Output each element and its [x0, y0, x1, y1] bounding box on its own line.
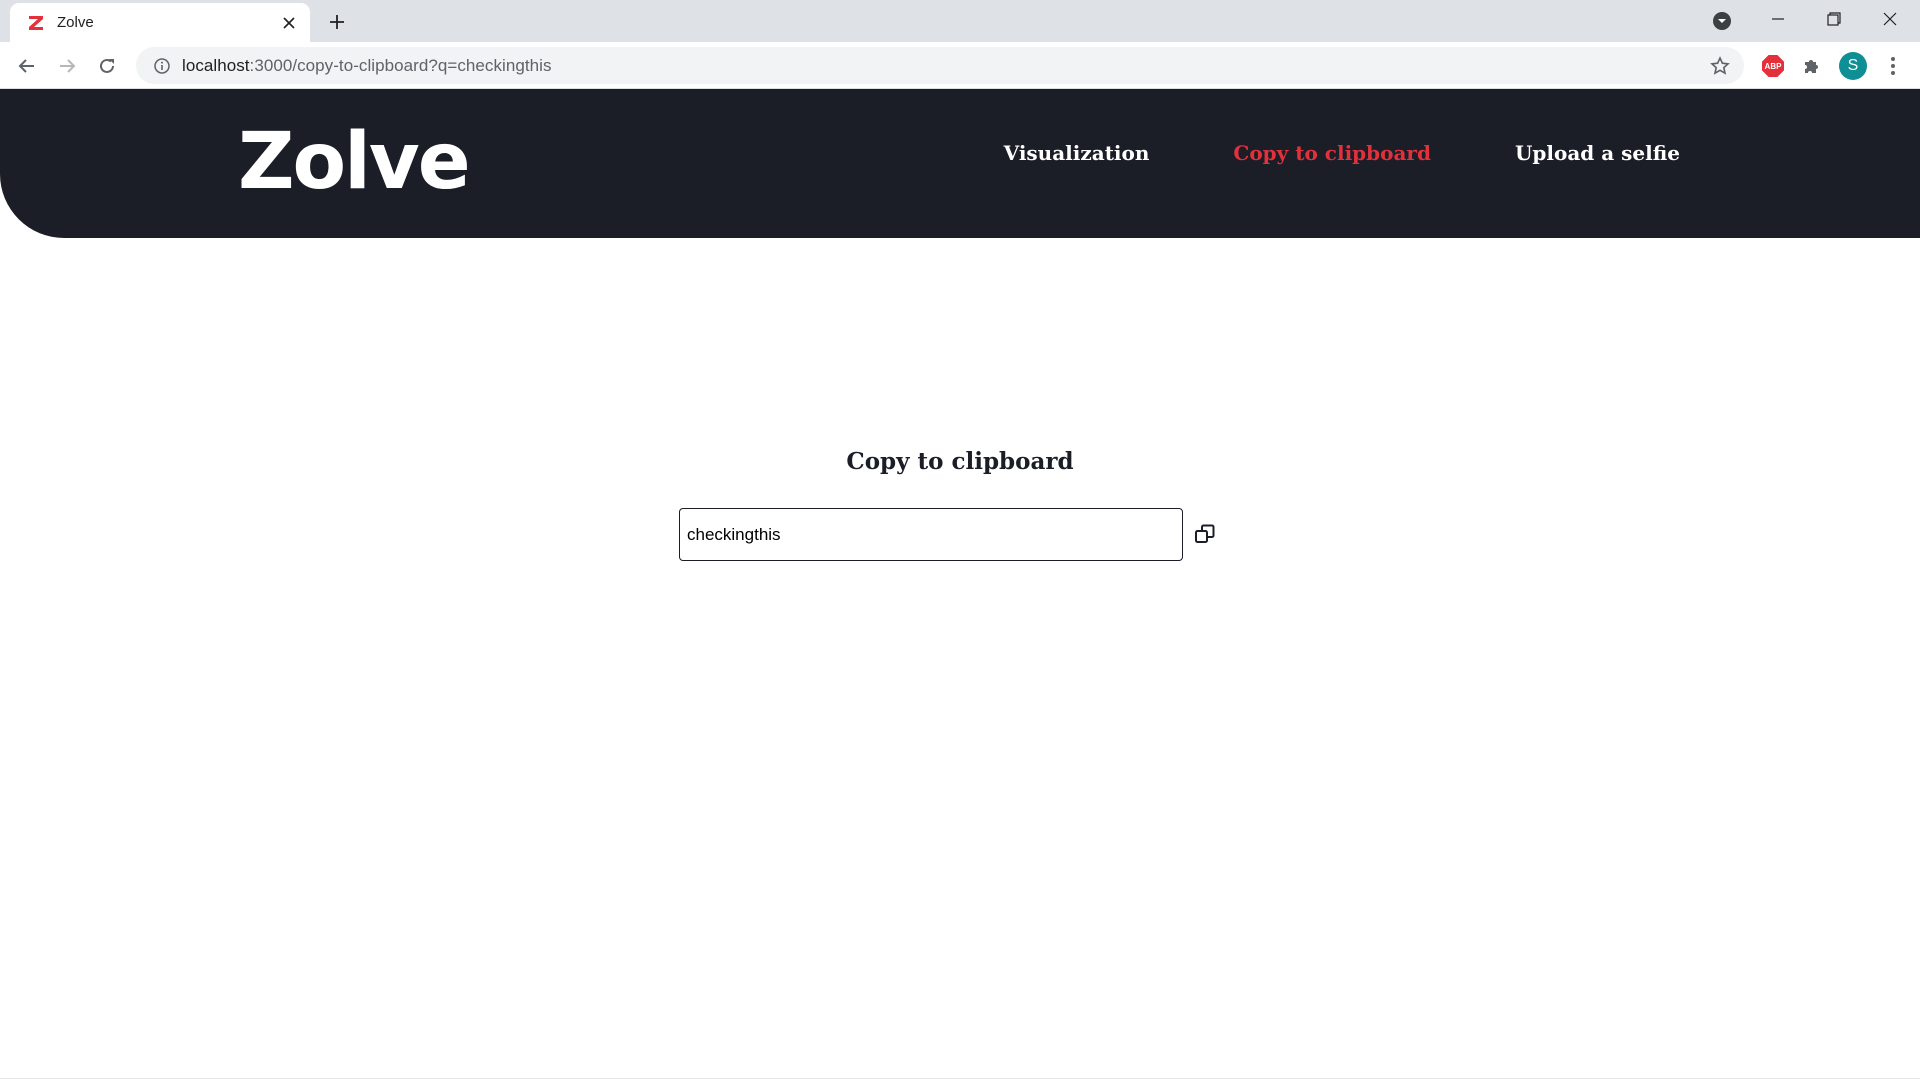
copy-button[interactable] — [1192, 522, 1218, 548]
url-path: :3000/copy-to-clipboard?q=checkingthis — [249, 55, 552, 75]
new-tab-button[interactable] — [322, 8, 352, 36]
reload-icon[interactable] — [91, 50, 123, 82]
clipboard-text-input[interactable] — [679, 508, 1183, 561]
address-bar[interactable]: localhost:3000/copy-to-clipboard?q=check… — [136, 47, 1744, 84]
profile-avatar[interactable]: S — [1838, 51, 1868, 81]
window-close-icon[interactable] — [1862, 0, 1918, 38]
bookmark-star-icon[interactable] — [1708, 54, 1732, 78]
forward-arrow-icon[interactable] — [51, 50, 83, 82]
minimize-icon[interactable] — [1750, 0, 1806, 38]
copy-icon — [1194, 523, 1216, 548]
info-icon[interactable] — [142, 57, 182, 74]
adblock-icon[interactable]: ABP — [1760, 53, 1786, 79]
browser-tab[interactable]: Zolve — [10, 3, 310, 42]
nav-upload-a-selfie[interactable]: Upload a selfie — [1515, 141, 1680, 165]
back-arrow-icon[interactable] — [11, 50, 43, 82]
page-bottom-divider — [0, 1078, 1920, 1079]
browser-toolbar: localhost:3000/copy-to-clipboard?q=check… — [0, 42, 1920, 89]
restore-icon[interactable] — [1806, 0, 1862, 38]
tab-title: Zolve — [57, 14, 94, 31]
browser-menu-icon[interactable] — [1880, 53, 1906, 79]
zolve-z-icon — [26, 13, 46, 33]
page-title: Copy to clipboard — [846, 448, 1074, 475]
main-nav: Visualization Copy to clipboard Upload a… — [1004, 141, 1680, 165]
nav-visualization[interactable]: Visualization — [1004, 141, 1150, 165]
close-icon[interactable] — [278, 12, 300, 34]
url-host: localhost — [182, 55, 250, 75]
extensions-puzzle-icon[interactable] — [1799, 53, 1825, 79]
browser-tabstrip: Zolve — [0, 0, 1920, 42]
url-text: localhost:3000/copy-to-clipboard?q=check… — [182, 56, 552, 76]
zolve-logo[interactable]: Zolve — [238, 123, 471, 201]
tab-search-icon[interactable] — [1710, 9, 1734, 33]
site-header: Zolve Visualization Copy to clipboard Up… — [0, 89, 1920, 238]
nav-copy-to-clipboard[interactable]: Copy to clipboard — [1233, 141, 1431, 165]
